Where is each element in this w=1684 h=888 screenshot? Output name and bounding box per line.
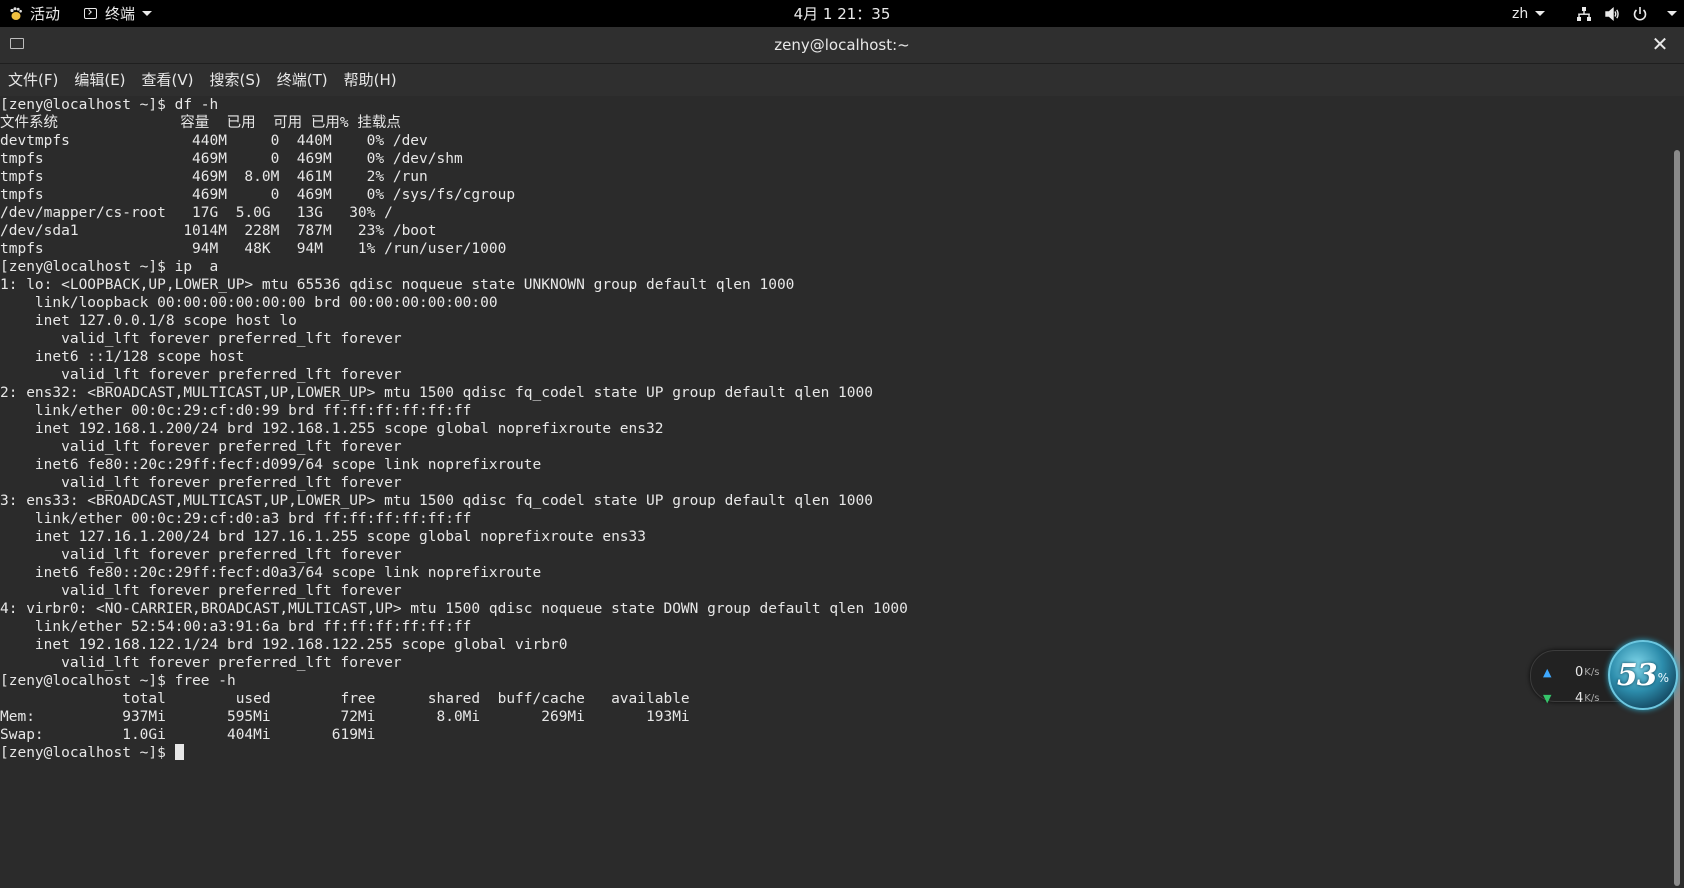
terminal-line: valid_lft forever preferred_lft forever (0, 583, 402, 599)
terminal-line: 2: ens32: <BROADCAST,MULTICAST,UP,LOWER_… (0, 385, 873, 401)
chevron-down-icon (142, 11, 153, 16)
menu-search[interactable]: 搜索(S) (202, 64, 269, 96)
chevron-down-icon (1535, 11, 1546, 16)
memory-usage-ball[interactable]: 53 % (1608, 640, 1678, 710)
terminal-line: link/loopback 00:00:00:00:00:00 brd 00:0… (0, 295, 498, 311)
terminal-line: inet6 ::1/128 scope host (0, 349, 245, 365)
terminal-output[interactable]: [zeny@localhost ~]$ df -h 文件系统 容量 已用 可用 已… (0, 96, 1670, 888)
upload-unit: K/s (1584, 667, 1600, 678)
upload-speed: ▲ 0 K/s (1543, 665, 1599, 680)
clock-button[interactable]: 4月 1 21：35 (794, 3, 891, 24)
chevron-down-icon (1667, 11, 1677, 16)
terminal-line: [zeny@localhost ~]$ (0, 744, 1670, 762)
terminal-line: tmpfs 469M 0 469M 0% /sys/fs/cgroup (0, 187, 516, 203)
terminal-line: valid_lft forever preferred_lft forever (0, 475, 402, 491)
system-menu[interactable] (1576, 0, 1677, 27)
menu-edit[interactable]: 编辑(E) (66, 64, 133, 96)
terminal-scrollbar[interactable] (1670, 96, 1684, 888)
volume-icon (1604, 6, 1620, 22)
terminal-line: tmpfs 469M 0 469M 0% /dev/shm (0, 151, 463, 167)
menu-file[interactable]: 文件(F) (0, 64, 66, 96)
power-icon (1632, 6, 1648, 22)
gnome-foot-icon (8, 6, 24, 22)
terminal-line: Mem: 937Mi 595Mi 72Mi 8.0Mi 269Mi 193Mi (0, 709, 690, 725)
app-menu-button[interactable]: 终端 (84, 0, 153, 27)
terminal-line: link/ether 00:0c:29:cf:d0:a3 brd ff:ff:f… (0, 511, 472, 527)
terminal-line: inet6 fe80::20c:29ff:fecf:d099/64 scope … (0, 457, 542, 473)
network-speed-widget[interactable]: ▲ 0 K/s ▼ 4 K/s 53 % (1530, 640, 1680, 710)
text-cursor (174, 744, 184, 760)
download-value: 4 (1575, 691, 1584, 706)
terminal-line: valid_lft forever preferred_lft forever (0, 367, 402, 383)
terminal-line: [zeny@localhost ~]$ ip a (0, 259, 219, 275)
network-icon (1576, 6, 1592, 22)
terminal-line: valid_lft forever preferred_lft forever (0, 547, 402, 563)
menu-bar: 文件(F) 编辑(E) 查看(V) 搜索(S) 终端(T) 帮助(H) (0, 64, 1684, 96)
terminal-line: inet 192.168.1.200/24 brd 192.168.1.255 … (0, 421, 664, 437)
terminal-line: inet6 fe80::20c:29ff:fecf:d0a3/64 scope … (0, 565, 542, 581)
terminal-line: inet 192.168.122.1/24 brd 192.168.122.25… (0, 637, 568, 653)
window-titlebar[interactable]: zeny@localhost:~ ✕ (0, 27, 1684, 64)
window-title: zeny@localhost:~ (774, 36, 910, 54)
arrow-down-icon: ▼ (1543, 692, 1552, 705)
terminal-line: [zeny@localhost ~]$ df -h (0, 97, 219, 113)
app-menu-label: 终端 (105, 5, 136, 23)
download-speed: ▼ 4 K/s (1543, 691, 1599, 706)
language-selector[interactable]: zh (1512, 0, 1546, 27)
terminal-line: 文件系统 容量 已用 可用 已用% 挂载点 (0, 115, 401, 131)
top-bar: 活动 终端 4月 1 21：35 zh (0, 0, 1684, 27)
terminal-line: [zeny@localhost ~]$ free -h (0, 673, 236, 689)
arrow-up-icon: ▲ (1543, 666, 1552, 679)
scrollbar-thumb[interactable] (1674, 150, 1680, 886)
terminal-line: tmpfs 469M 8.0M 461M 2% /run (0, 169, 428, 185)
menu-terminal[interactable]: 终端(T) (269, 64, 336, 96)
terminal-line: /dev/sda1 1014M 228M 787M 23% /boot (0, 223, 437, 239)
terminal-line: link/ether 00:0c:29:cf:d0:99 brd ff:ff:f… (0, 403, 472, 419)
terminal-line: valid_lft forever preferred_lft forever (0, 331, 402, 347)
terminal-line: devtmpfs 440M 0 440M 0% /dev (0, 133, 428, 149)
terminal-line: /dev/mapper/cs-root 17G 5.0G 13G 30% / (0, 205, 393, 221)
download-unit: K/s (1584, 693, 1600, 704)
terminal-line: valid_lft forever preferred_lft forever (0, 439, 402, 455)
terminal-line: tmpfs 94M 48K 94M 1% /run/user/1000 (0, 241, 507, 257)
language-label: zh (1512, 5, 1529, 22)
menu-view[interactable]: 查看(V) (134, 64, 202, 96)
upload-value: 0 (1575, 665, 1584, 680)
activities-label: 活动 (30, 5, 61, 23)
terminal-line: inet 127.0.0.1/8 scope host lo (0, 313, 297, 329)
terminal-line: 3: ens33: <BROADCAST,MULTICAST,UP,LOWER_… (0, 493, 873, 509)
percent-sign: % (1657, 671, 1670, 685)
clock-container: 4月 1 21：35 (0, 0, 1684, 27)
terminal-line: 4: virbr0: <NO-CARRIER,BROADCAST,MULTICA… (0, 601, 908, 617)
activities-button[interactable]: 活动 (8, 0, 60, 27)
terminal-line: total used free shared buff/cache availa… (0, 691, 690, 707)
terminal-line: Swap: 1.0Gi 404Mi 619Mi (0, 727, 376, 743)
memory-percent: 53 (1616, 657, 1658, 693)
menu-help[interactable]: 帮助(H) (336, 64, 405, 96)
terminal-line: valid_lft forever preferred_lft forever (0, 655, 402, 671)
close-button[interactable]: ✕ (1650, 34, 1670, 54)
terminal-line: inet 127.16.1.200/24 brd 127.16.1.255 sc… (0, 529, 647, 545)
terminal-line: link/ether 52:54:00:a3:91:6a brd ff:ff:f… (0, 619, 472, 635)
terminal-icon (84, 8, 97, 19)
terminal-line: 1: lo: <LOOPBACK,UP,LOWER_UP> mtu 65536 … (0, 277, 795, 293)
